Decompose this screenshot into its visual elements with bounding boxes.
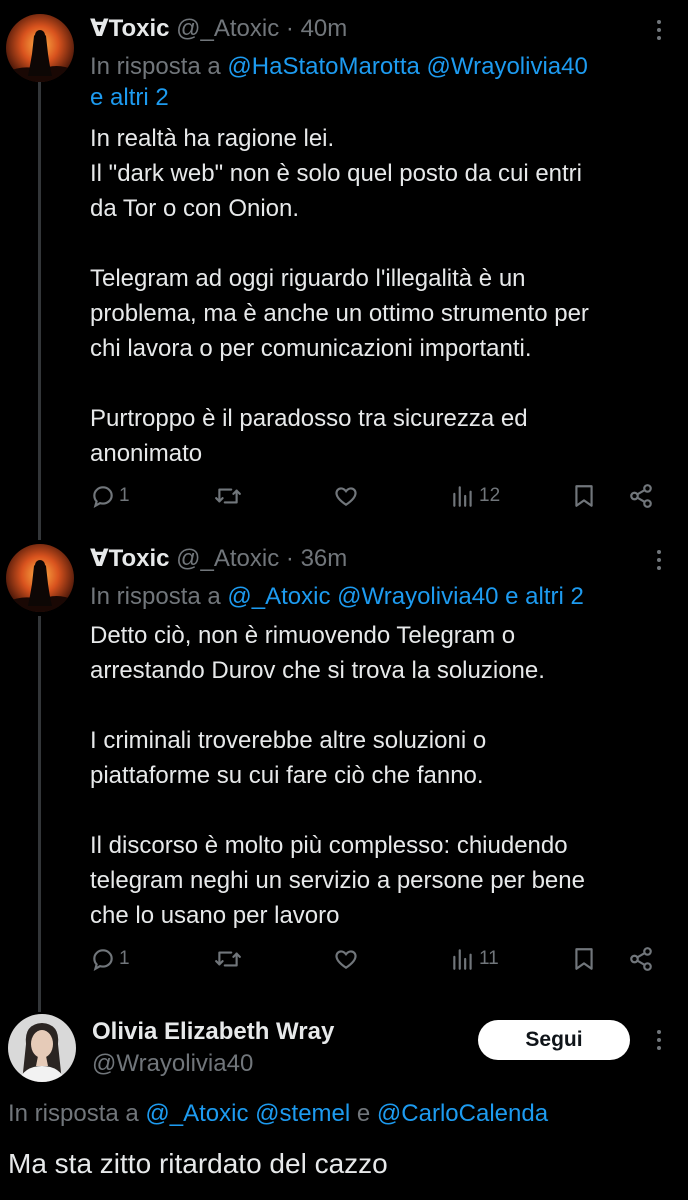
reply-others-link[interactable]: e altri 2 xyxy=(90,82,588,113)
avatar[interactable] xyxy=(8,1014,76,1082)
views-count: 11 xyxy=(479,948,499,969)
analytics-icon xyxy=(453,486,472,507)
reply-mention[interactable]: @_Atoxic xyxy=(145,1100,248,1127)
avatar[interactable] xyxy=(6,544,74,612)
display-name[interactable]: ∀Toxic xyxy=(90,15,169,42)
display-name[interactable]: ∀Toxic xyxy=(90,545,169,572)
paragraph: Il discorso è molto più complesso: chiud… xyxy=(90,832,585,929)
analytics-icon xyxy=(453,949,472,970)
reply-mentions[interactable]: @HaStatoMarotta @Wrayolivia40 xyxy=(227,53,587,80)
reply-count: 1 xyxy=(119,948,130,969)
more-dots-icon[interactable] xyxy=(656,550,662,574)
repost-icon xyxy=(215,488,241,504)
reply-button[interactable]: 1 xyxy=(90,483,130,509)
timestamp[interactable]: · 36m xyxy=(286,545,347,572)
bookmark-icon xyxy=(575,948,593,970)
share-icon xyxy=(630,947,652,971)
reply-mention[interactable]: @CarloCalenda xyxy=(377,1100,548,1127)
bookmark-button[interactable] xyxy=(572,946,596,972)
like-button[interactable] xyxy=(332,946,360,972)
heart-icon xyxy=(335,487,357,506)
views-count: 12 xyxy=(479,485,501,506)
tweet[interactable]: ∀Toxic @_Atoxic · 36m In risposta a @_At… xyxy=(0,544,688,984)
tweet-text: Detto ciò, non è rimuovendo Telegram o ar… xyxy=(90,618,670,933)
follow-button[interactable]: Segui xyxy=(478,1020,630,1060)
repost-button[interactable] xyxy=(214,483,242,509)
share-icon xyxy=(630,484,652,508)
share-button[interactable] xyxy=(628,483,654,509)
reply-context: In risposta a @HaStatoMarotta @Wrayolivi… xyxy=(90,51,588,113)
focused-tweet[interactable]: Olivia Elizabeth Wray @Wrayolivia40 Segu… xyxy=(0,1012,688,1200)
display-name[interactable]: Olivia Elizabeth Wray xyxy=(92,1016,334,1048)
reply-icon xyxy=(93,949,113,971)
tweet-text: Ma sta zitto ritardato del cazzo xyxy=(8,1148,388,1179)
user-handle[interactable]: @Wrayolivia40 xyxy=(92,1048,334,1080)
more-dots-icon[interactable] xyxy=(656,20,662,44)
action-bar: 1 11 xyxy=(90,946,660,976)
reply-prefix: In risposta a xyxy=(8,1100,139,1127)
repost-button[interactable] xyxy=(214,946,242,972)
action-bar: 1 12 xyxy=(90,483,660,513)
tweet-header: ∀Toxic @_Atoxic · 40m xyxy=(90,14,347,44)
reply-context: In risposta a @_Atoxic @stemel e @CarloC… xyxy=(8,1098,548,1129)
timestamp[interactable]: · 40m xyxy=(286,15,347,42)
heart-icon xyxy=(335,950,357,969)
bookmark-icon xyxy=(575,485,593,507)
views-button[interactable]: 12 xyxy=(450,483,500,509)
like-button[interactable] xyxy=(332,483,360,509)
views-button[interactable]: 11 xyxy=(450,946,499,972)
reply-count: 1 xyxy=(119,485,130,506)
reply-prefix: In risposta a xyxy=(90,53,221,80)
reply-conjunction: e xyxy=(356,1100,371,1127)
bookmark-button[interactable] xyxy=(572,483,596,509)
reply-context: In risposta a @_Atoxic @Wrayolivia40 e a… xyxy=(90,581,584,612)
reply-prefix: In risposta a xyxy=(90,583,221,610)
paragraph: Detto ciò, non è rimuovendo Telegram o ar… xyxy=(90,622,545,684)
repost-icon xyxy=(215,951,241,967)
more-dots-icon[interactable] xyxy=(656,1030,662,1054)
user-info: Olivia Elizabeth Wray @Wrayolivia40 xyxy=(92,1016,334,1080)
reply-icon xyxy=(93,486,113,508)
reply-button[interactable]: 1 xyxy=(90,946,130,972)
paragraph: In realtà ha ragione lei. Il "dark web" n… xyxy=(90,125,582,222)
reply-mentions[interactable]: @_Atoxic @Wrayolivia40 e altri 2 xyxy=(227,583,583,610)
avatar[interactable] xyxy=(6,14,74,82)
tweet[interactable]: ∀Toxic @_Atoxic · 40m In risposta a @HaS… xyxy=(0,14,688,524)
tweet-text: In realtà ha ragione lei. Il "dark web" n… xyxy=(90,121,670,471)
paragraph: I criminali troverebbe altre soluzioni o… xyxy=(90,727,487,789)
share-button[interactable] xyxy=(628,946,654,972)
user-handle[interactable]: @_Atoxic xyxy=(176,15,279,42)
paragraph: Telegram ad oggi riguardo l'illegalità è… xyxy=(90,265,589,362)
paragraph: Purtroppo è il paradosso tra sicurezza e… xyxy=(90,405,528,467)
user-handle[interactable]: @_Atoxic xyxy=(176,545,279,572)
tweet-header: ∀Toxic @_Atoxic · 36m xyxy=(90,544,347,574)
reply-mention[interactable]: @stemel xyxy=(255,1100,350,1127)
